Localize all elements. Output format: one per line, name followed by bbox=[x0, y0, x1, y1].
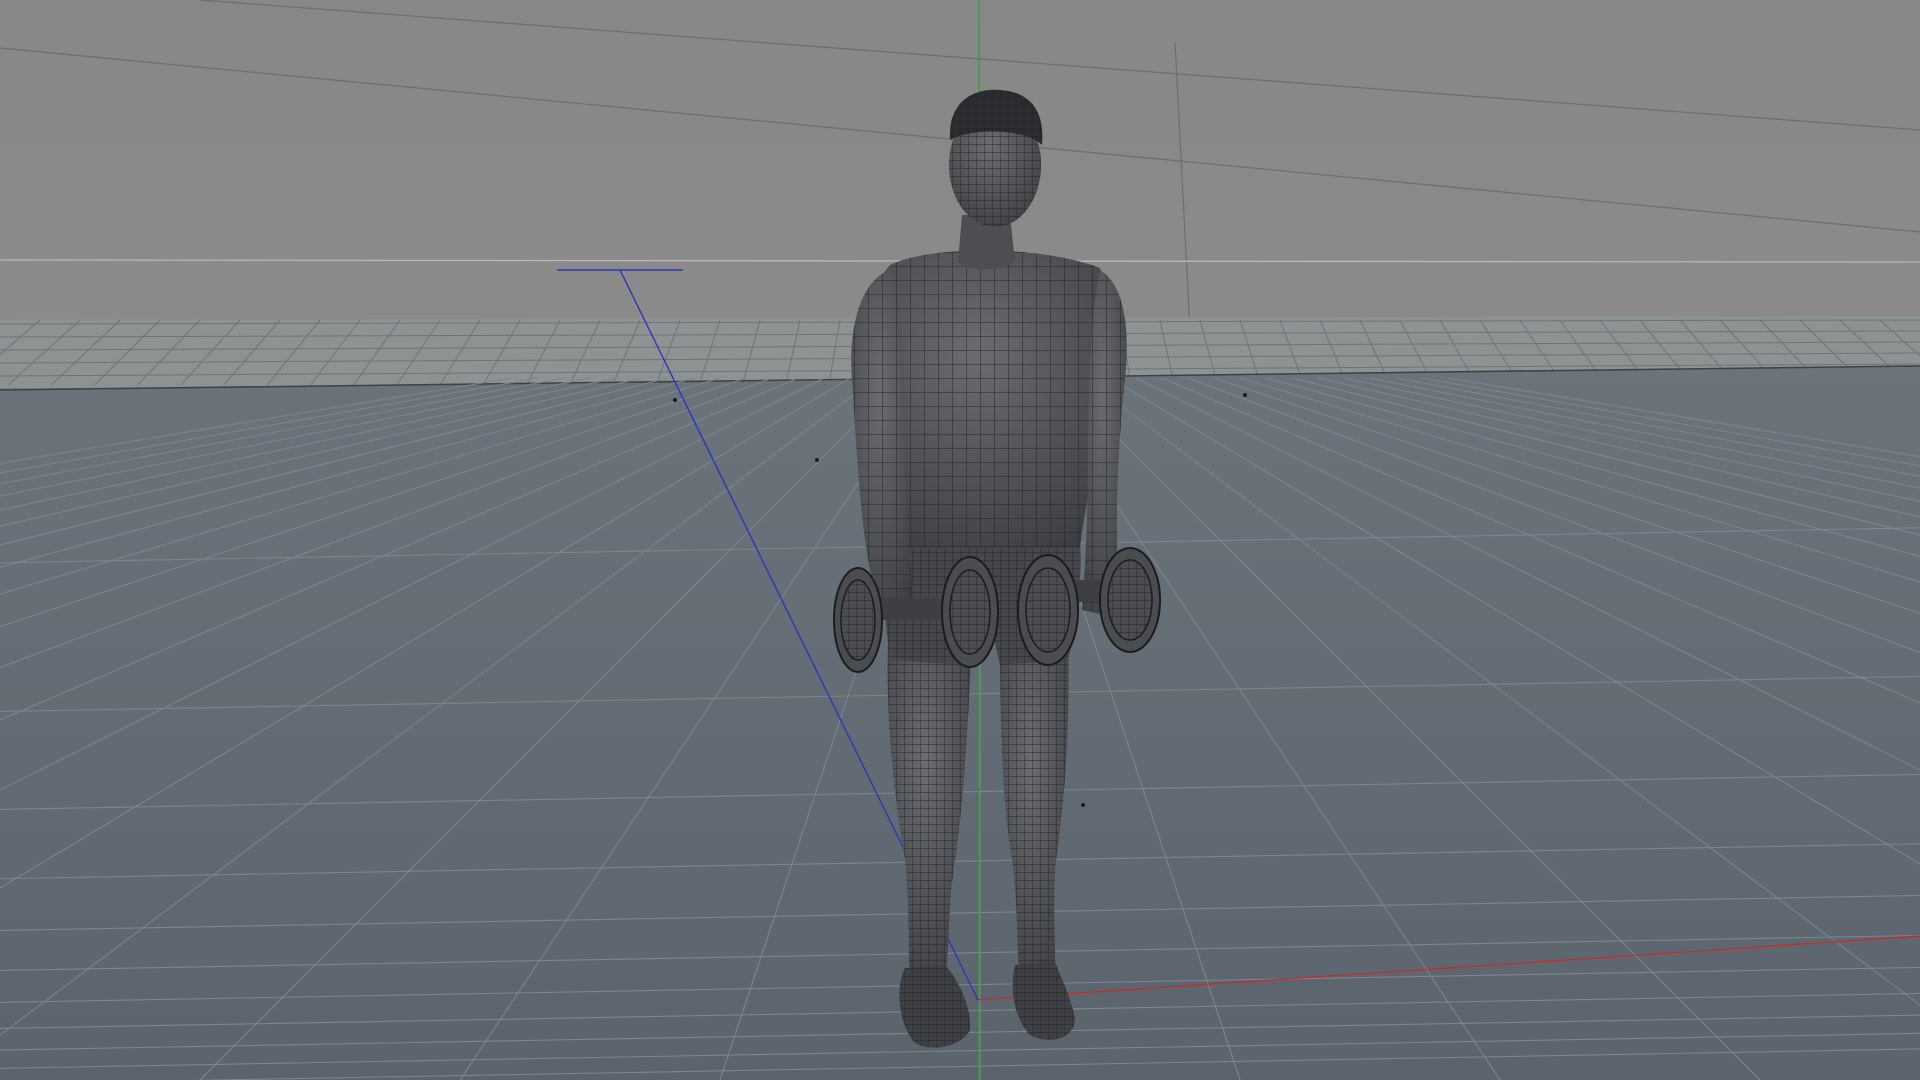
3d-viewport[interactable] bbox=[0, 0, 1920, 1080]
figure-head bbox=[949, 89, 1043, 227]
viewport-canvas[interactable] bbox=[0, 0, 1920, 1080]
